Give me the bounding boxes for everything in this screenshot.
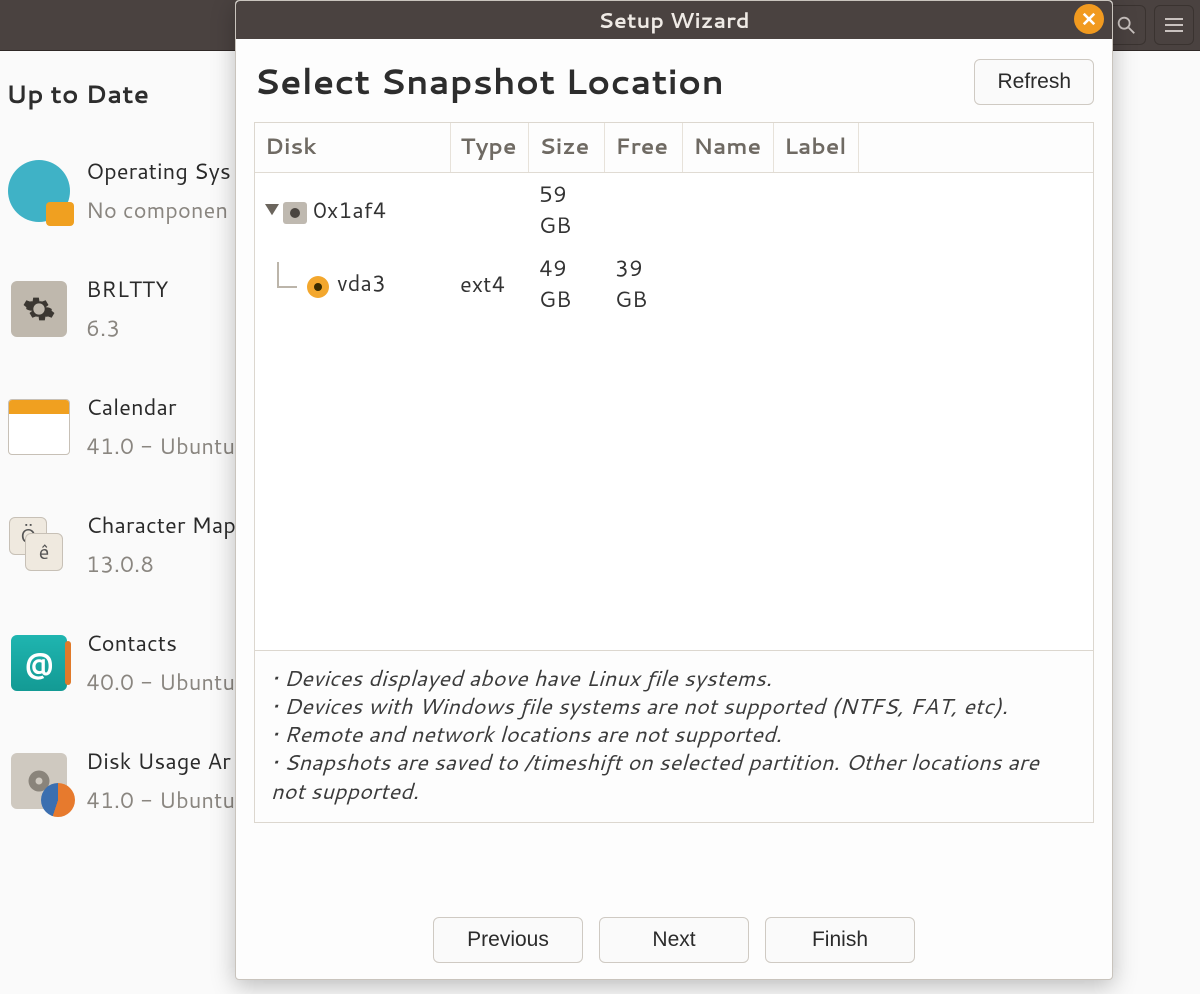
app-subtext: 6.3: [86, 313, 168, 344]
hamburger-icon: [1165, 18, 1183, 32]
partition-name: vda3: [337, 268, 386, 299]
col-type[interactable]: Type: [450, 123, 529, 173]
app-name: Character Map: [86, 510, 236, 541]
cell-name: [683, 247, 774, 321]
app-name: BRLTTY: [86, 274, 168, 305]
cell-label: [774, 173, 859, 248]
close-button[interactable]: [1074, 4, 1104, 34]
app-subtext: 40.0 - Ubuntu: [86, 667, 235, 698]
col-disk[interactable]: Disk: [255, 123, 450, 173]
app-subtext: No componen: [86, 195, 231, 226]
charmap-icon: Öê: [9, 517, 69, 573]
gear-icon: [11, 281, 67, 337]
col-size[interactable]: Size: [529, 123, 605, 173]
tree-branch-icon: [271, 272, 301, 300]
disk-table: Disk Type Size Free Name Label 0x1af4 59 …: [254, 122, 1094, 650]
hamburger-menu-button[interactable]: [1154, 5, 1194, 45]
next-button[interactable]: Next: [599, 917, 749, 963]
col-name[interactable]: Name: [683, 123, 774, 173]
cell-size: 49 GB: [529, 247, 605, 321]
wizard-titlebar: Setup Wizard: [236, 1, 1112, 39]
app-name: Calendar: [86, 392, 235, 423]
cell-type: ext4: [450, 247, 529, 321]
close-icon: [1082, 12, 1096, 26]
refresh-button[interactable]: Refresh: [974, 59, 1094, 105]
page-heading: Select Snapshot Location: [254, 57, 724, 106]
note-line: • Devices displayed above have Linux fil…: [271, 665, 1077, 693]
finish-button[interactable]: Finish: [765, 917, 915, 963]
cell-label: [774, 247, 859, 321]
app-name: Contacts: [86, 628, 235, 659]
app-subtext: 41.0 - Ubuntu: [86, 431, 235, 462]
col-spacer: [859, 123, 1093, 173]
app-name: Operating Sys: [86, 156, 231, 187]
cell-size: 59 GB: [529, 173, 605, 248]
info-notes: • Devices displayed above have Linux fil…: [254, 650, 1094, 823]
popos-icon: [8, 160, 70, 222]
wizard-footer: Previous Next Finish: [236, 895, 1112, 979]
cell-name: [683, 173, 774, 248]
contacts-icon: @: [11, 635, 67, 691]
disk-icon: [283, 202, 307, 224]
setup-wizard-dialog: Setup Wizard Select Snapshot Location Re…: [235, 0, 1113, 980]
cell-type: [450, 173, 529, 248]
col-free[interactable]: Free: [605, 123, 683, 173]
disk-name: 0x1af4: [313, 195, 386, 226]
wizard-title: Setup Wizard: [598, 5, 749, 35]
note-line: • Snapshots are saved to /timeshift on s…: [271, 749, 1077, 805]
col-label[interactable]: Label: [774, 123, 859, 173]
calendar-icon: [8, 399, 70, 455]
disk-usage-icon: [11, 753, 67, 809]
previous-button[interactable]: Previous: [433, 917, 583, 963]
note-line: • Devices with Windows file systems are …: [271, 693, 1077, 721]
expand-toggle[interactable]: [265, 204, 279, 218]
table-header-row: Disk Type Size Free Name Label: [255, 123, 1093, 173]
cell-free: 39 GB: [605, 247, 683, 321]
note-line: • Remote and network locations are not s…: [271, 721, 1077, 749]
app-subtext: 13.0.8: [86, 549, 236, 580]
cell-free: [605, 173, 683, 248]
search-icon: [1115, 14, 1137, 36]
partition-icon: [307, 276, 329, 298]
table-row[interactable]: 0x1af4 59 GB: [255, 173, 1093, 248]
table-row[interactable]: vda3 ext449 GB39 GB: [255, 247, 1093, 321]
